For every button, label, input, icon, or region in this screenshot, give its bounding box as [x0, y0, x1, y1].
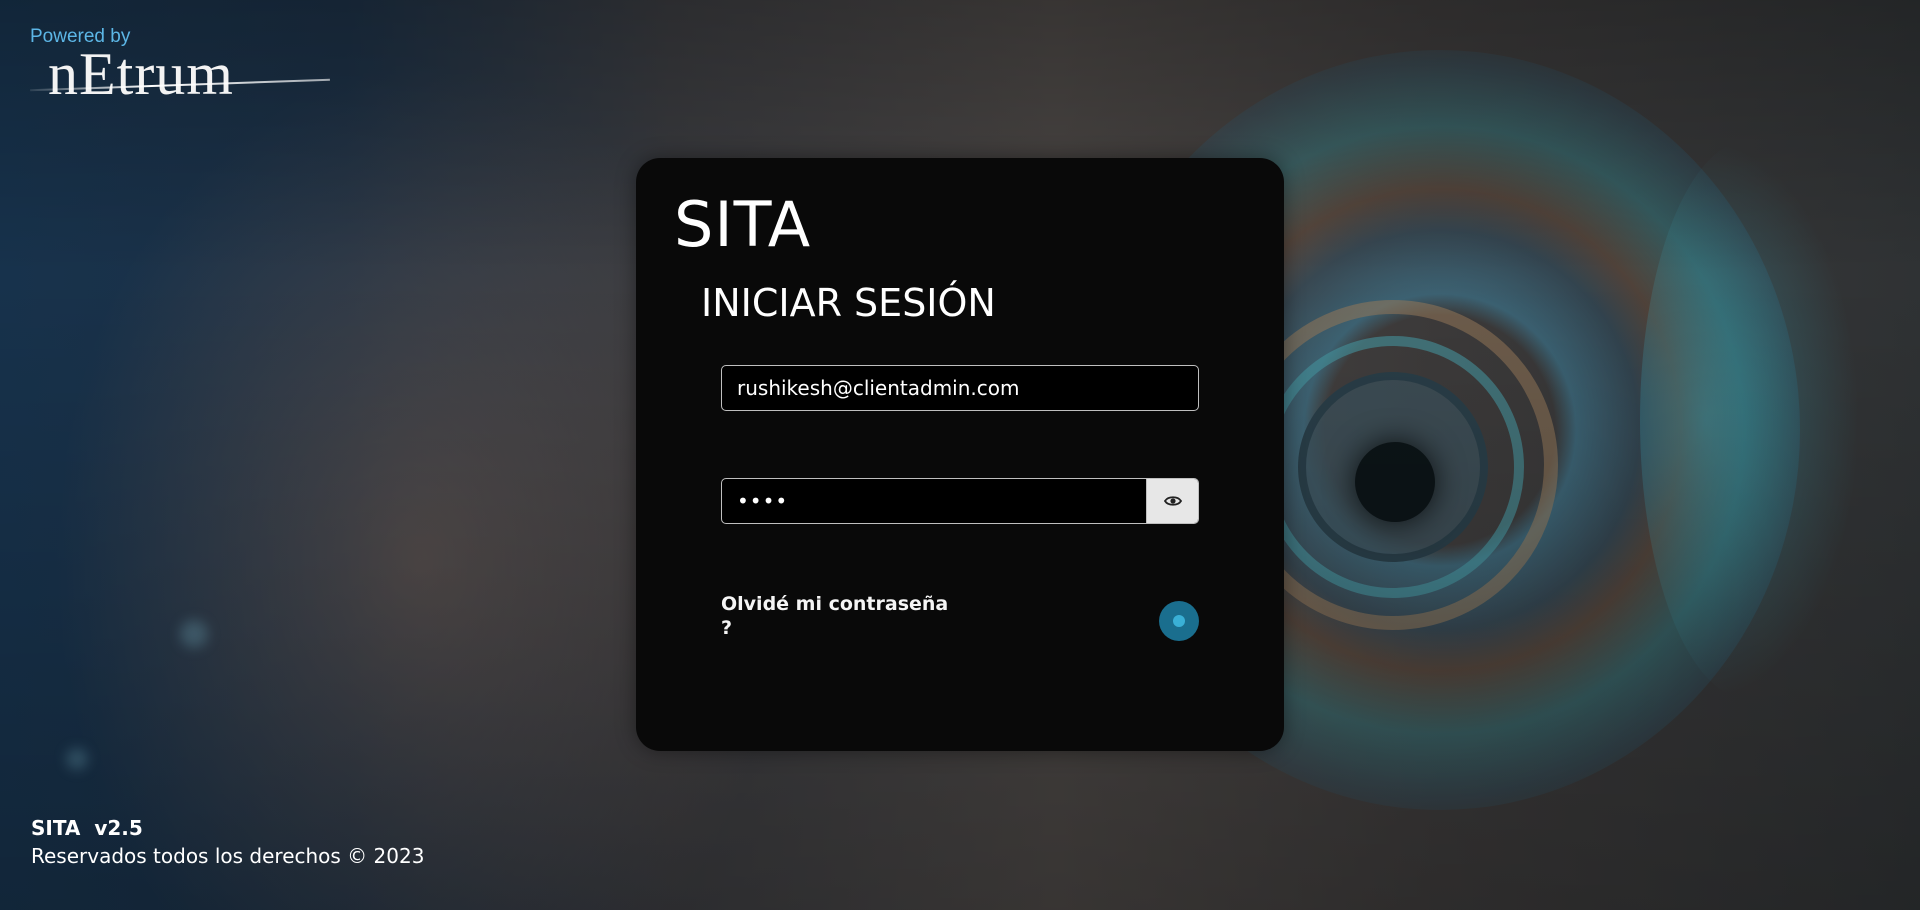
- eye-icon: [1163, 496, 1182, 506]
- login-heading: INICIAR SESIÓN: [701, 281, 996, 325]
- logo-text: nEtrum: [48, 41, 234, 107]
- copyright-label: Reservados todos los derechos © 2023: [31, 844, 425, 868]
- spinner-icon: [1159, 601, 1199, 641]
- password-field: [721, 478, 1199, 524]
- email-field: [721, 365, 1199, 411]
- forgot-password-link[interactable]: Olvidé mi contraseña ?: [721, 592, 951, 640]
- netrum-logo: nEtrum: [30, 41, 330, 107]
- version-label: SITA v2.5: [31, 816, 143, 840]
- password-input[interactable]: [722, 479, 1146, 523]
- spinner-core: [1173, 615, 1185, 627]
- app-title: SITA: [674, 188, 812, 261]
- login-card: SITA INICIAR SESIÓN Olvidé mi contraseña…: [636, 158, 1284, 751]
- email-input[interactable]: [722, 366, 1198, 410]
- show-password-button[interactable]: [1146, 479, 1198, 523]
- brand: Powered by nEtrum: [30, 26, 330, 107]
- footer: SITA v2.5 Reservados todos los derechos …: [31, 816, 424, 868]
